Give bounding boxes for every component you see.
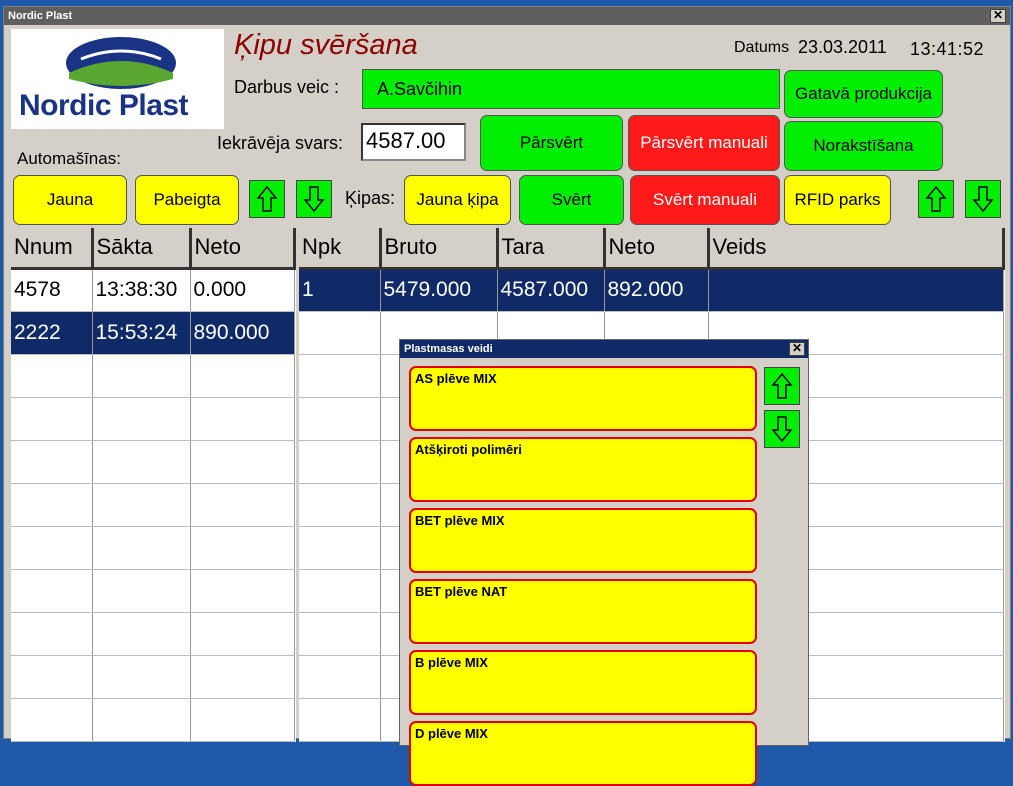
date-label: Datums: [734, 39, 790, 56]
arrow-down-icon: [303, 186, 325, 213]
table-row[interactable]: [11, 655, 295, 699]
cars-label: Automašīnas:: [17, 149, 121, 168]
table-row[interactable]: [11, 397, 295, 441]
arrow-up-icon: [256, 185, 278, 212]
plastic-type-item[interactable]: BET plēve MIX: [409, 508, 757, 573]
logo-mark-icon: [66, 37, 176, 89]
table-row-selected[interactable]: 1 5479.000 4587.000 892.000: [299, 268, 1004, 312]
cars-scroll-up-button[interactable]: [249, 180, 285, 218]
table-cell: 4578: [11, 268, 93, 312]
cars-scroll-down-button[interactable]: [296, 180, 332, 218]
plastic-type-item[interactable]: D plēve MIX: [409, 721, 757, 786]
table-row[interactable]: [11, 440, 295, 484]
company-logo: Nordic Plast: [11, 29, 224, 129]
window-title: Nordic Plast: [8, 10, 73, 22]
table-cell: 13:38:30: [92, 268, 191, 312]
rfid-parks-button[interactable]: RFID parks: [784, 175, 891, 225]
column-header[interactable]: Sākta: [92, 228, 192, 270]
dialog-titlebar: Plastmasas veidi ✕: [400, 340, 808, 358]
plastic-type-item[interactable]: B plēve MIX: [409, 650, 757, 715]
operator-label: Darbus veic :: [234, 77, 340, 97]
table-cell: 15:53:24: [92, 311, 191, 355]
bales-scroll-up-button[interactable]: [918, 180, 954, 218]
table-row[interactable]: [11, 526, 295, 570]
column-header[interactable]: Npk: [299, 228, 382, 270]
arrow-down-icon: [972, 186, 994, 213]
operator-field[interactable]: A.Savčihin: [362, 69, 780, 109]
weight-label: Iekrāvēja svars:: [217, 133, 344, 153]
logo-text: Nordic Plast: [19, 89, 189, 122]
plastic-types-dialog: Plastmasas veidi ✕ AS plēve MIX Atšķirot…: [399, 339, 809, 786]
table-cell: [708, 268, 1004, 312]
weight-input[interactable]: 4587.00: [361, 123, 466, 161]
cars-table-header: Nnum Sākta Neto: [11, 228, 296, 270]
arrow-down-icon: [771, 416, 793, 443]
reweigh-button[interactable]: Pārsvērt: [480, 115, 623, 171]
bales-table-header: Npk Bruto Tara Neto Veids: [299, 228, 1005, 270]
finished-production-button[interactable]: Gatavā produkcija: [784, 70, 943, 118]
arrow-up-icon: [771, 372, 793, 399]
new-bale-button[interactable]: Jauna ķipa: [404, 175, 511, 225]
column-header[interactable]: Bruto: [380, 228, 499, 270]
table-cell: 890.000: [190, 311, 295, 355]
dialog-scroll-up-button[interactable]: [764, 367, 800, 405]
table-cell: 4587.000: [497, 268, 605, 312]
column-header[interactable]: Neto: [190, 228, 296, 270]
column-header[interactable]: Nnum: [11, 228, 94, 270]
cars-table: Nnum Sākta Neto 4578 13:38:30 0.000 2222…: [11, 228, 296, 742]
finished-car-button[interactable]: Pabeigta: [135, 175, 239, 225]
arrow-up-icon: [925, 185, 947, 212]
column-header[interactable]: Veids: [708, 228, 1005, 270]
column-header[interactable]: Neto: [604, 228, 710, 270]
time-value: 13:41:52: [910, 39, 985, 59]
bales-scroll-down-button[interactable]: [965, 180, 1001, 218]
table-row[interactable]: [11, 569, 295, 613]
table-cell: 5479.000: [380, 268, 498, 312]
plastic-type-item[interactable]: BET plēve NAT: [409, 579, 757, 644]
table-row-selected[interactable]: 2222 15:53:24 890.000: [11, 311, 295, 355]
bales-label: Ķipas:: [345, 188, 396, 208]
weigh-manual-button[interactable]: Svērt manuali: [630, 175, 780, 225]
table-cell: 2222: [11, 311, 93, 355]
reweigh-manual-button[interactable]: Pārsvērt manuali: [628, 115, 780, 171]
plastic-type-item[interactable]: AS plēve MIX: [409, 366, 757, 431]
date-value: 23.03.2011: [798, 37, 887, 57]
table-row[interactable]: [11, 612, 295, 656]
table-row[interactable]: [11, 698, 295, 742]
window-titlebar: Nordic Plast ✕: [4, 7, 1010, 25]
dialog-close-button[interactable]: ✕: [789, 342, 805, 356]
page-title: Ķipu svēršana: [234, 29, 418, 61]
column-header[interactable]: Tara: [497, 228, 606, 270]
table-row[interactable]: [11, 483, 295, 527]
write-off-button[interactable]: Norakstīšana: [784, 121, 943, 171]
weigh-button[interactable]: Svērt: [519, 175, 624, 225]
main-window: Nordic Plast ✕ Nordic Plast Ķipu svēršan…: [3, 6, 1011, 786]
table-row[interactable]: 4578 13:38:30 0.000: [11, 268, 295, 312]
dialog-title: Plastmasas veidi: [404, 343, 493, 355]
table-cell: 0.000: [190, 268, 295, 312]
table-cell: 1: [299, 268, 381, 312]
dialog-scroll-down-button[interactable]: [764, 410, 800, 448]
plastic-type-item[interactable]: Atšķiroti polimēri: [409, 437, 757, 502]
window-close-button[interactable]: ✕: [990, 9, 1006, 23]
new-car-button[interactable]: Jauna: [13, 175, 127, 225]
table-cell: 892.000: [604, 268, 709, 312]
table-row[interactable]: [11, 354, 295, 398]
